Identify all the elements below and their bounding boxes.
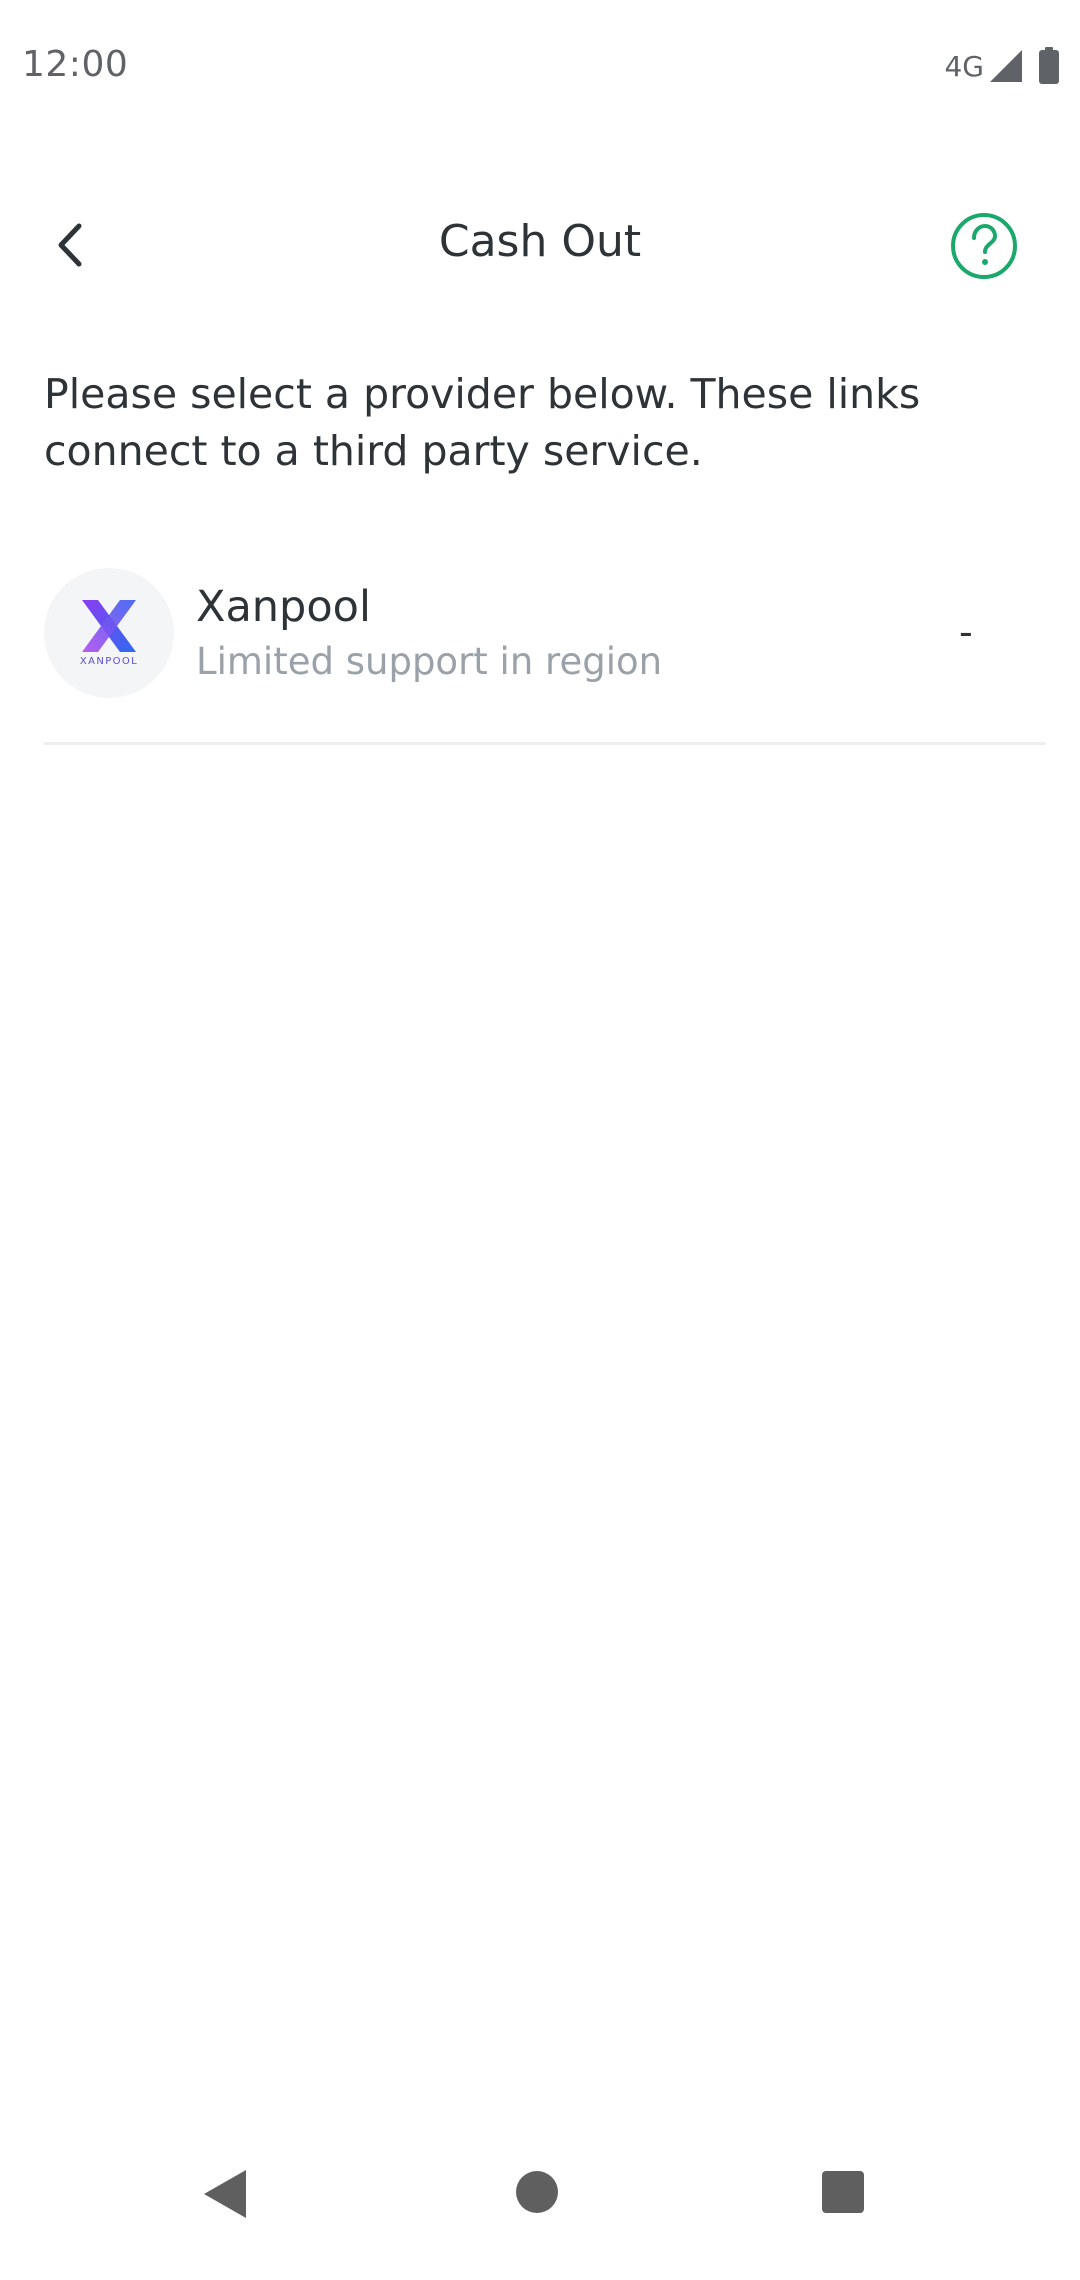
provider-name: Xanpool	[196, 582, 371, 632]
nav-recents-icon[interactable]	[822, 2171, 864, 2213]
status-time: 12:00	[22, 44, 129, 85]
app-header: Cash Out	[0, 190, 1080, 300]
provider-value: -	[959, 610, 973, 654]
help-circle-icon	[951, 213, 1017, 279]
provider-item-xanpool[interactable]: XANPOOL Xanpool Limited support in regio…	[44, 568, 1046, 744]
nav-home-icon[interactable]	[516, 2171, 558, 2213]
provider-status: Limited support in region	[196, 640, 663, 683]
battery-icon	[1039, 47, 1059, 84]
signal-icon	[990, 50, 1022, 82]
divider	[44, 742, 1046, 745]
status-indicators: 4G	[944, 46, 1060, 86]
screen: 12:00 4G Cash Out Please select a provid…	[0, 0, 1080, 2280]
network-type: 4G	[944, 49, 984, 83]
xanpool-logo: XANPOOL	[44, 568, 174, 698]
help-button[interactable]	[948, 210, 1020, 282]
xanpool-x-icon	[82, 599, 136, 652]
page-title: Cash Out	[438, 216, 642, 267]
nav-back-icon[interactable]	[202, 2168, 248, 2220]
intro-text: Please select a provider below. These li…	[44, 370, 921, 475]
xanpool-wordmark: XANPOOL	[79, 655, 139, 667]
status-bar: 12:00 4G	[0, 0, 1080, 130]
system-nav-bar	[0, 2140, 1080, 2280]
